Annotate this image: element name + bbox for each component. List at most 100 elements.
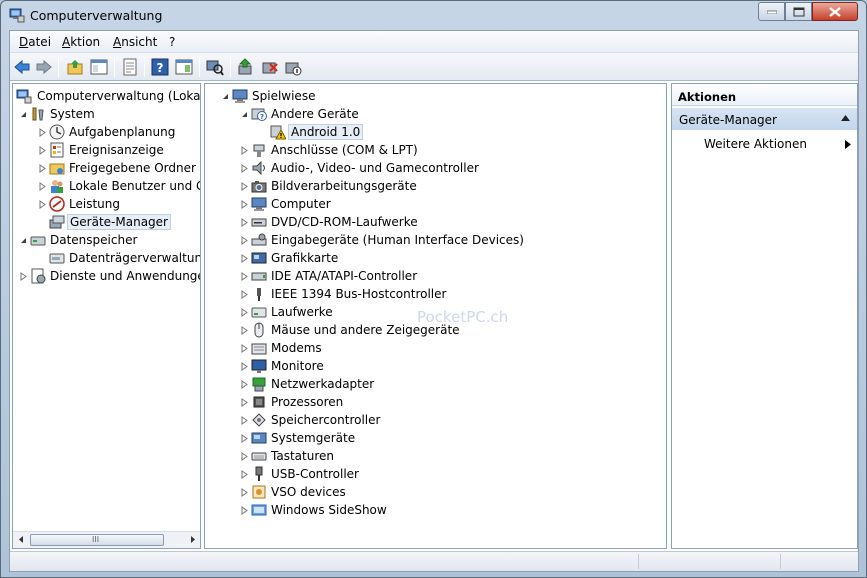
device-category-label: Windows SideShow [271, 503, 387, 517]
collapsed-arrow-icon[interactable] [240, 272, 249, 281]
services-icon [31, 268, 46, 284]
collapsed-arrow-icon[interactable] [240, 200, 249, 209]
collapsed-arrow-icon[interactable] [240, 254, 249, 263]
collapsed-arrow-icon[interactable] [240, 308, 249, 317]
collapsed-arrow-icon[interactable] [240, 236, 249, 245]
collapsed-arrow-icon[interactable] [240, 470, 249, 479]
computer-icon [232, 89, 248, 103]
performance-icon [49, 196, 65, 212]
collapsed-arrow-icon[interactable] [240, 326, 249, 335]
collapsed-arrow-icon[interactable] [240, 362, 249, 371]
collapsed-arrow-icon[interactable] [240, 290, 249, 299]
back-arrow-icon[interactable] [13, 58, 31, 76]
collapsed-arrow-icon[interactable] [240, 488, 249, 497]
ide-controller-icon [251, 272, 267, 281]
storage-icon [30, 236, 46, 246]
expanded-arrow-icon[interactable] [19, 110, 28, 119]
submenu-arrow-icon[interactable] [845, 140, 851, 149]
collapsed-arrow-icon[interactable] [38, 164, 47, 173]
device-category-label: Modems [271, 341, 322, 355]
disk-management-icon [49, 253, 65, 264]
collapsed-arrow-icon[interactable] [240, 416, 249, 425]
expanded-arrow-icon[interactable] [240, 110, 249, 119]
collapsed-arrow-icon[interactable] [240, 434, 249, 443]
menu-aktion[interactable]: Aktion [62, 35, 100, 49]
collapsed-arrow-icon[interactable] [240, 218, 249, 227]
warning-device-icon [270, 125, 286, 140]
device-category-label: Mäuse und andere Zeigegeräte [271, 323, 460, 337]
computer-management-icon [9, 8, 25, 23]
forward-arrow-icon[interactable] [35, 58, 53, 76]
disable-device-icon[interactable] [284, 58, 302, 76]
help-icon[interactable]: ? [151, 58, 169, 76]
uninstall-device-icon[interactable] [261, 58, 279, 76]
collapsed-arrow-icon[interactable] [240, 380, 249, 389]
device-manager-icon [49, 215, 65, 229]
scroll-right-icon[interactable] [188, 535, 197, 544]
collapsed-arrow-icon[interactable] [240, 398, 249, 407]
device-category-label: IDE ATA/ATAPI-Controller [271, 269, 418, 283]
firewire-icon [257, 288, 261, 301]
status-bar [10, 551, 858, 571]
device-category-label: IEEE 1394 Bus-Hostcontroller [271, 287, 447, 301]
mouse-icon [254, 322, 264, 338]
window: Computerverwaltung Datei Aktion Ansicht … [0, 0, 867, 578]
device-category-label: USB-Controller [271, 467, 359, 481]
keyboard-icon [251, 452, 267, 461]
scrollbar-thumb[interactable]: III [30, 534, 164, 546]
up-folder-icon[interactable] [66, 58, 84, 76]
horizontal-scrollbar[interactable]: III [13, 531, 200, 548]
disk-drive-icon [251, 307, 267, 318]
menu-datei[interactable]: Datei [19, 35, 51, 49]
collapsed-arrow-icon[interactable] [38, 200, 47, 209]
collapsed-arrow-icon[interactable] [240, 146, 249, 155]
system-devices-icon [251, 432, 267, 444]
console-tree-pane[interactable]: Computerverwaltung (Lokal) System Aufgab… [12, 83, 201, 549]
properties-icon[interactable] [121, 58, 139, 76]
device-category-label: Bildverarbeitungsgeräte [271, 179, 417, 193]
actions-section-geraete-manager[interactable]: Geräte-Manager [672, 108, 857, 130]
task-scheduler-icon [49, 124, 65, 140]
collapsed-arrow-icon[interactable] [38, 146, 47, 155]
scan-hardware-icon[interactable] [206, 58, 224, 76]
computer-icon [251, 197, 267, 211]
collapsed-arrow-icon[interactable] [38, 128, 47, 137]
device-tree-pane[interactable]: PocketPC.ch Spielwiese ? Andere Geräte A… [204, 83, 667, 549]
dvd-drive-icon [251, 218, 267, 227]
collapsed-arrow-icon[interactable] [240, 344, 249, 353]
update-driver-icon[interactable] [237, 58, 255, 76]
close-button[interactable] [812, 2, 858, 21]
collapsed-arrow-icon[interactable] [240, 452, 249, 461]
camera-icon [251, 181, 267, 193]
network-adapter-icon [252, 377, 266, 392]
actions-section-label: Geräte-Manager [679, 113, 777, 127]
collapsed-arrow-icon[interactable] [240, 164, 249, 173]
collapse-up-icon[interactable] [841, 115, 850, 121]
action-weitere-aktionen[interactable]: Weitere Aktionen [704, 137, 807, 151]
collapsed-arrow-icon[interactable] [19, 272, 28, 281]
actions-header: Aktionen [672, 84, 857, 106]
svg-text:?: ? [157, 61, 164, 75]
expanded-arrow-icon[interactable] [19, 236, 28, 245]
minimize-button[interactable] [758, 2, 785, 21]
device-category-label: Anschlüsse (COM & LPT) [271, 143, 418, 157]
collapsed-arrow-icon[interactable] [38, 182, 47, 191]
status-segment [638, 554, 639, 569]
device-category-label: Laufwerke [271, 305, 333, 319]
show-hide-tree-icon[interactable] [90, 58, 108, 76]
collapsed-arrow-icon[interactable] [240, 182, 249, 191]
title-bar[interactable]: Computerverwaltung [1, 1, 866, 29]
device-category-label: Computer [271, 197, 331, 211]
system-tools-icon [32, 107, 44, 121]
menu-help[interactable]: ? [169, 35, 175, 49]
shared-folders-icon [49, 163, 65, 175]
maximize-button[interactable] [785, 2, 812, 21]
computer-management-icon [16, 89, 32, 104]
action-pane-icon[interactable] [175, 58, 193, 76]
maximize-icon [793, 7, 804, 16]
usb-icon [255, 466, 263, 481]
menu-ansicht[interactable]: Ansicht [113, 35, 157, 49]
collapsed-arrow-icon[interactable] [240, 506, 249, 515]
expanded-arrow-icon[interactable] [221, 92, 230, 101]
scroll-left-icon[interactable] [17, 535, 26, 544]
